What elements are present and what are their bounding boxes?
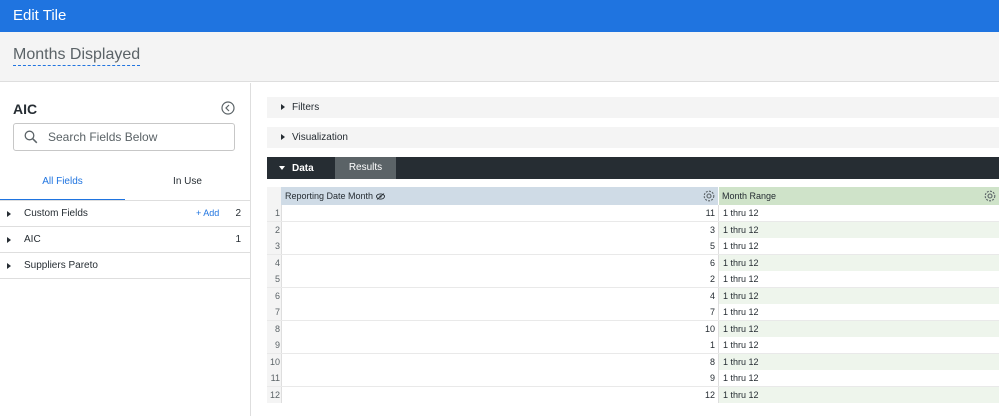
table-row: 5 2 1 thru 12 bbox=[267, 271, 999, 288]
column-header-month-range[interactable]: Month Range bbox=[719, 187, 999, 205]
field-tabs: All Fields In Use bbox=[0, 171, 251, 201]
reporting-date-month-cell: 10 bbox=[281, 320, 718, 337]
tab-all-fields[interactable]: All Fields bbox=[0, 171, 125, 201]
row-number: 2 bbox=[267, 221, 281, 238]
caret-right-icon bbox=[7, 237, 11, 243]
table-header: Reporting Date Month Month Range bbox=[267, 187, 999, 205]
reporting-date-month-cell: 4 bbox=[281, 287, 718, 304]
row-number: 5 bbox=[267, 271, 281, 287]
table-row: 10 8 1 thru 12 bbox=[267, 353, 999, 370]
month-range-cell: 1 thru 12 bbox=[718, 221, 999, 238]
caret-right-icon bbox=[281, 104, 285, 110]
month-range-cell: 1 thru 12 bbox=[718, 238, 999, 254]
row-number: 8 bbox=[267, 320, 281, 337]
month-range-cell: 1 thru 12 bbox=[718, 320, 999, 337]
field-group-label: Custom Fields bbox=[24, 208, 88, 219]
query-panel: Filters Visualization Data Results Repor… bbox=[252, 83, 999, 416]
month-range-cell: 1 thru 12 bbox=[718, 205, 999, 221]
reporting-date-month-cell: 6 bbox=[281, 254, 718, 271]
collapse-sidebar-icon[interactable] bbox=[221, 101, 235, 115]
row-number: 11 bbox=[267, 370, 281, 386]
search-input[interactable] bbox=[48, 128, 228, 146]
month-range-cell: 1 thru 12 bbox=[718, 337, 999, 353]
field-group-aic[interactable]: AIC 1 bbox=[0, 227, 251, 253]
caret-right-icon bbox=[281, 134, 285, 140]
row-number: 9 bbox=[267, 337, 281, 353]
search-icon bbox=[24, 130, 38, 144]
reporting-date-month-cell: 12 bbox=[281, 386, 718, 403]
edit-tile-header: Edit Tile bbox=[0, 0, 999, 32]
table-row: 2 3 1 thru 12 bbox=[267, 221, 999, 238]
data-tab-label: Data bbox=[292, 163, 314, 174]
row-number: 1 bbox=[267, 205, 281, 221]
month-range-cell: 1 thru 12 bbox=[718, 254, 999, 271]
table-row: 11 9 1 thru 12 bbox=[267, 370, 999, 387]
gear-icon[interactable] bbox=[703, 190, 715, 202]
model-name: AIC bbox=[13, 101, 38, 117]
field-group-label: AIC bbox=[24, 234, 41, 245]
tile-title-bar: Months Displayed bbox=[0, 32, 999, 82]
reporting-date-month-cell: 7 bbox=[281, 304, 718, 320]
table-row: 3 5 1 thru 12 bbox=[267, 238, 999, 255]
tile-title-input[interactable]: Months Displayed bbox=[13, 46, 141, 66]
field-group-suppliers-pareto[interactable]: Suppliers Pareto bbox=[0, 253, 251, 279]
caret-right-icon bbox=[7, 211, 11, 217]
row-number: 10 bbox=[267, 353, 281, 370]
reporting-date-month-cell: 3 bbox=[281, 221, 718, 238]
field-count-badge: 2 bbox=[235, 208, 241, 219]
month-range-cell: 1 thru 12 bbox=[718, 287, 999, 304]
column-header-label: Reporting Date Month bbox=[285, 191, 385, 201]
reporting-date-month-cell: 8 bbox=[281, 353, 718, 370]
column-header-label: Month Range bbox=[722, 191, 777, 201]
row-number: 7 bbox=[267, 304, 281, 320]
row-number: 3 bbox=[267, 238, 281, 254]
caret-right-icon bbox=[7, 263, 11, 269]
search-field-box bbox=[13, 123, 235, 151]
column-label-text: Reporting Date Month bbox=[285, 191, 374, 201]
month-range-cell: 1 thru 12 bbox=[718, 304, 999, 320]
pivot-eye-icon bbox=[375, 193, 385, 200]
column-header-reporting-date-month[interactable]: Reporting Date Month bbox=[281, 187, 718, 205]
data-tab[interactable]: Data bbox=[267, 157, 335, 179]
reporting-date-month-cell: 2 bbox=[281, 271, 718, 287]
table-row: 9 1 1 thru 12 bbox=[267, 337, 999, 354]
month-range-cell: 1 thru 12 bbox=[718, 386, 999, 403]
filters-section[interactable]: Filters bbox=[267, 97, 999, 118]
month-range-cell: 1 thru 12 bbox=[718, 271, 999, 287]
month-range-cell: 1 thru 12 bbox=[718, 353, 999, 370]
section-label: Visualization bbox=[292, 132, 348, 143]
section-label: Filters bbox=[292, 102, 320, 113]
results-tab[interactable]: Results bbox=[335, 157, 396, 179]
data-bar: Data Results bbox=[267, 157, 999, 179]
row-number: 12 bbox=[267, 386, 281, 403]
reporting-date-month-cell: 1 bbox=[281, 337, 718, 353]
table-row: 7 7 1 thru 12 bbox=[267, 304, 999, 321]
field-count-badge: 1 bbox=[235, 234, 241, 245]
gear-icon[interactable] bbox=[984, 190, 996, 202]
table-row: 6 4 1 thru 12 bbox=[267, 287, 999, 304]
field-group-label: Suppliers Pareto bbox=[24, 260, 98, 271]
row-number: 4 bbox=[267, 254, 281, 271]
month-range-cell: 1 thru 12 bbox=[718, 370, 999, 386]
table-row: 8 10 1 thru 12 bbox=[267, 320, 999, 337]
field-group-custom-fields[interactable]: Custom Fields + Add 2 bbox=[0, 201, 251, 227]
reporting-date-month-cell: 9 bbox=[281, 370, 718, 386]
table-row: 12 12 1 thru 12 bbox=[267, 386, 999, 403]
reporting-date-month-cell: 5 bbox=[281, 238, 718, 254]
visualization-section[interactable]: Visualization bbox=[267, 127, 999, 148]
add-custom-field-button[interactable]: + Add bbox=[196, 208, 219, 218]
header-title: Edit Tile bbox=[13, 7, 67, 24]
table-row: 1 11 1 thru 12 bbox=[267, 205, 999, 222]
caret-down-icon bbox=[279, 166, 285, 170]
reporting-date-month-cell: 11 bbox=[281, 205, 718, 221]
table-row: 4 6 1 thru 12 bbox=[267, 254, 999, 271]
row-number: 6 bbox=[267, 287, 281, 304]
field-picker-sidebar: AIC All Fields In Use Custom Fields + Ad… bbox=[0, 83, 251, 416]
tab-in-use[interactable]: In Use bbox=[125, 171, 250, 201]
row-number-header bbox=[267, 187, 281, 205]
